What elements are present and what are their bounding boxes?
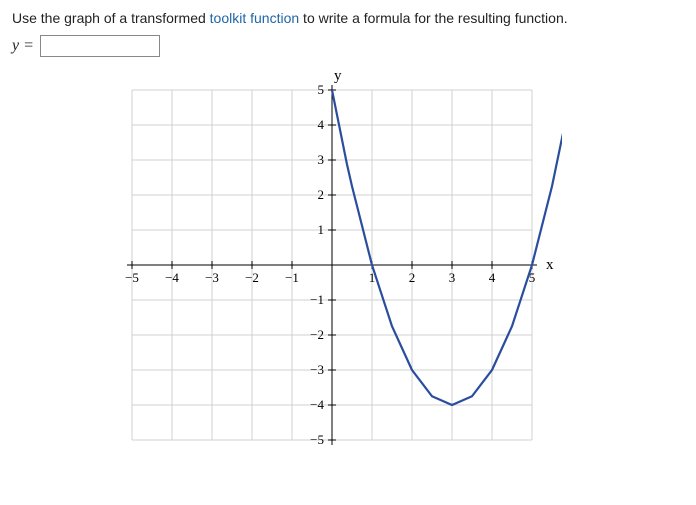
svg-text:3: 3	[449, 270, 456, 285]
svg-text:3: 3	[318, 152, 325, 167]
svg-text:−4: −4	[165, 270, 179, 285]
svg-text:−2: −2	[245, 270, 259, 285]
svg-text:2: 2	[318, 187, 325, 202]
svg-text:4: 4	[489, 270, 496, 285]
y-equals-label: y =	[12, 37, 34, 55]
prompt-prefix: Use the graph of a transformed	[12, 10, 210, 26]
svg-text:−3: −3	[310, 362, 324, 377]
svg-text:−1: −1	[310, 292, 324, 307]
svg-text:1: 1	[318, 222, 325, 237]
toolkit-function-link[interactable]: toolkit function	[210, 10, 300, 26]
formula-input[interactable]	[40, 35, 160, 57]
svg-text:x: x	[546, 257, 554, 273]
answer-line: y =	[12, 35, 684, 57]
svg-text:2: 2	[409, 270, 416, 285]
svg-text:−2: −2	[310, 327, 324, 342]
svg-text:−4: −4	[310, 397, 324, 412]
graph-plot: −5−4−3−2−112345−5−4−3−2−112345yx	[102, 65, 562, 465]
svg-text:y: y	[334, 68, 342, 84]
graph-container: −5−4−3−2−112345−5−4−3−2−112345yx	[102, 65, 662, 465]
svg-text:−3: −3	[205, 270, 219, 285]
svg-text:−5: −5	[125, 270, 139, 285]
prompt-suffix: to write a formula for the resulting fun…	[299, 10, 567, 26]
question-prompt: Use the graph of a transformed toolkit f…	[12, 8, 684, 29]
svg-text:−5: −5	[310, 432, 324, 447]
svg-text:4: 4	[318, 117, 325, 132]
svg-text:5: 5	[318, 82, 325, 97]
svg-text:−1: −1	[285, 270, 299, 285]
